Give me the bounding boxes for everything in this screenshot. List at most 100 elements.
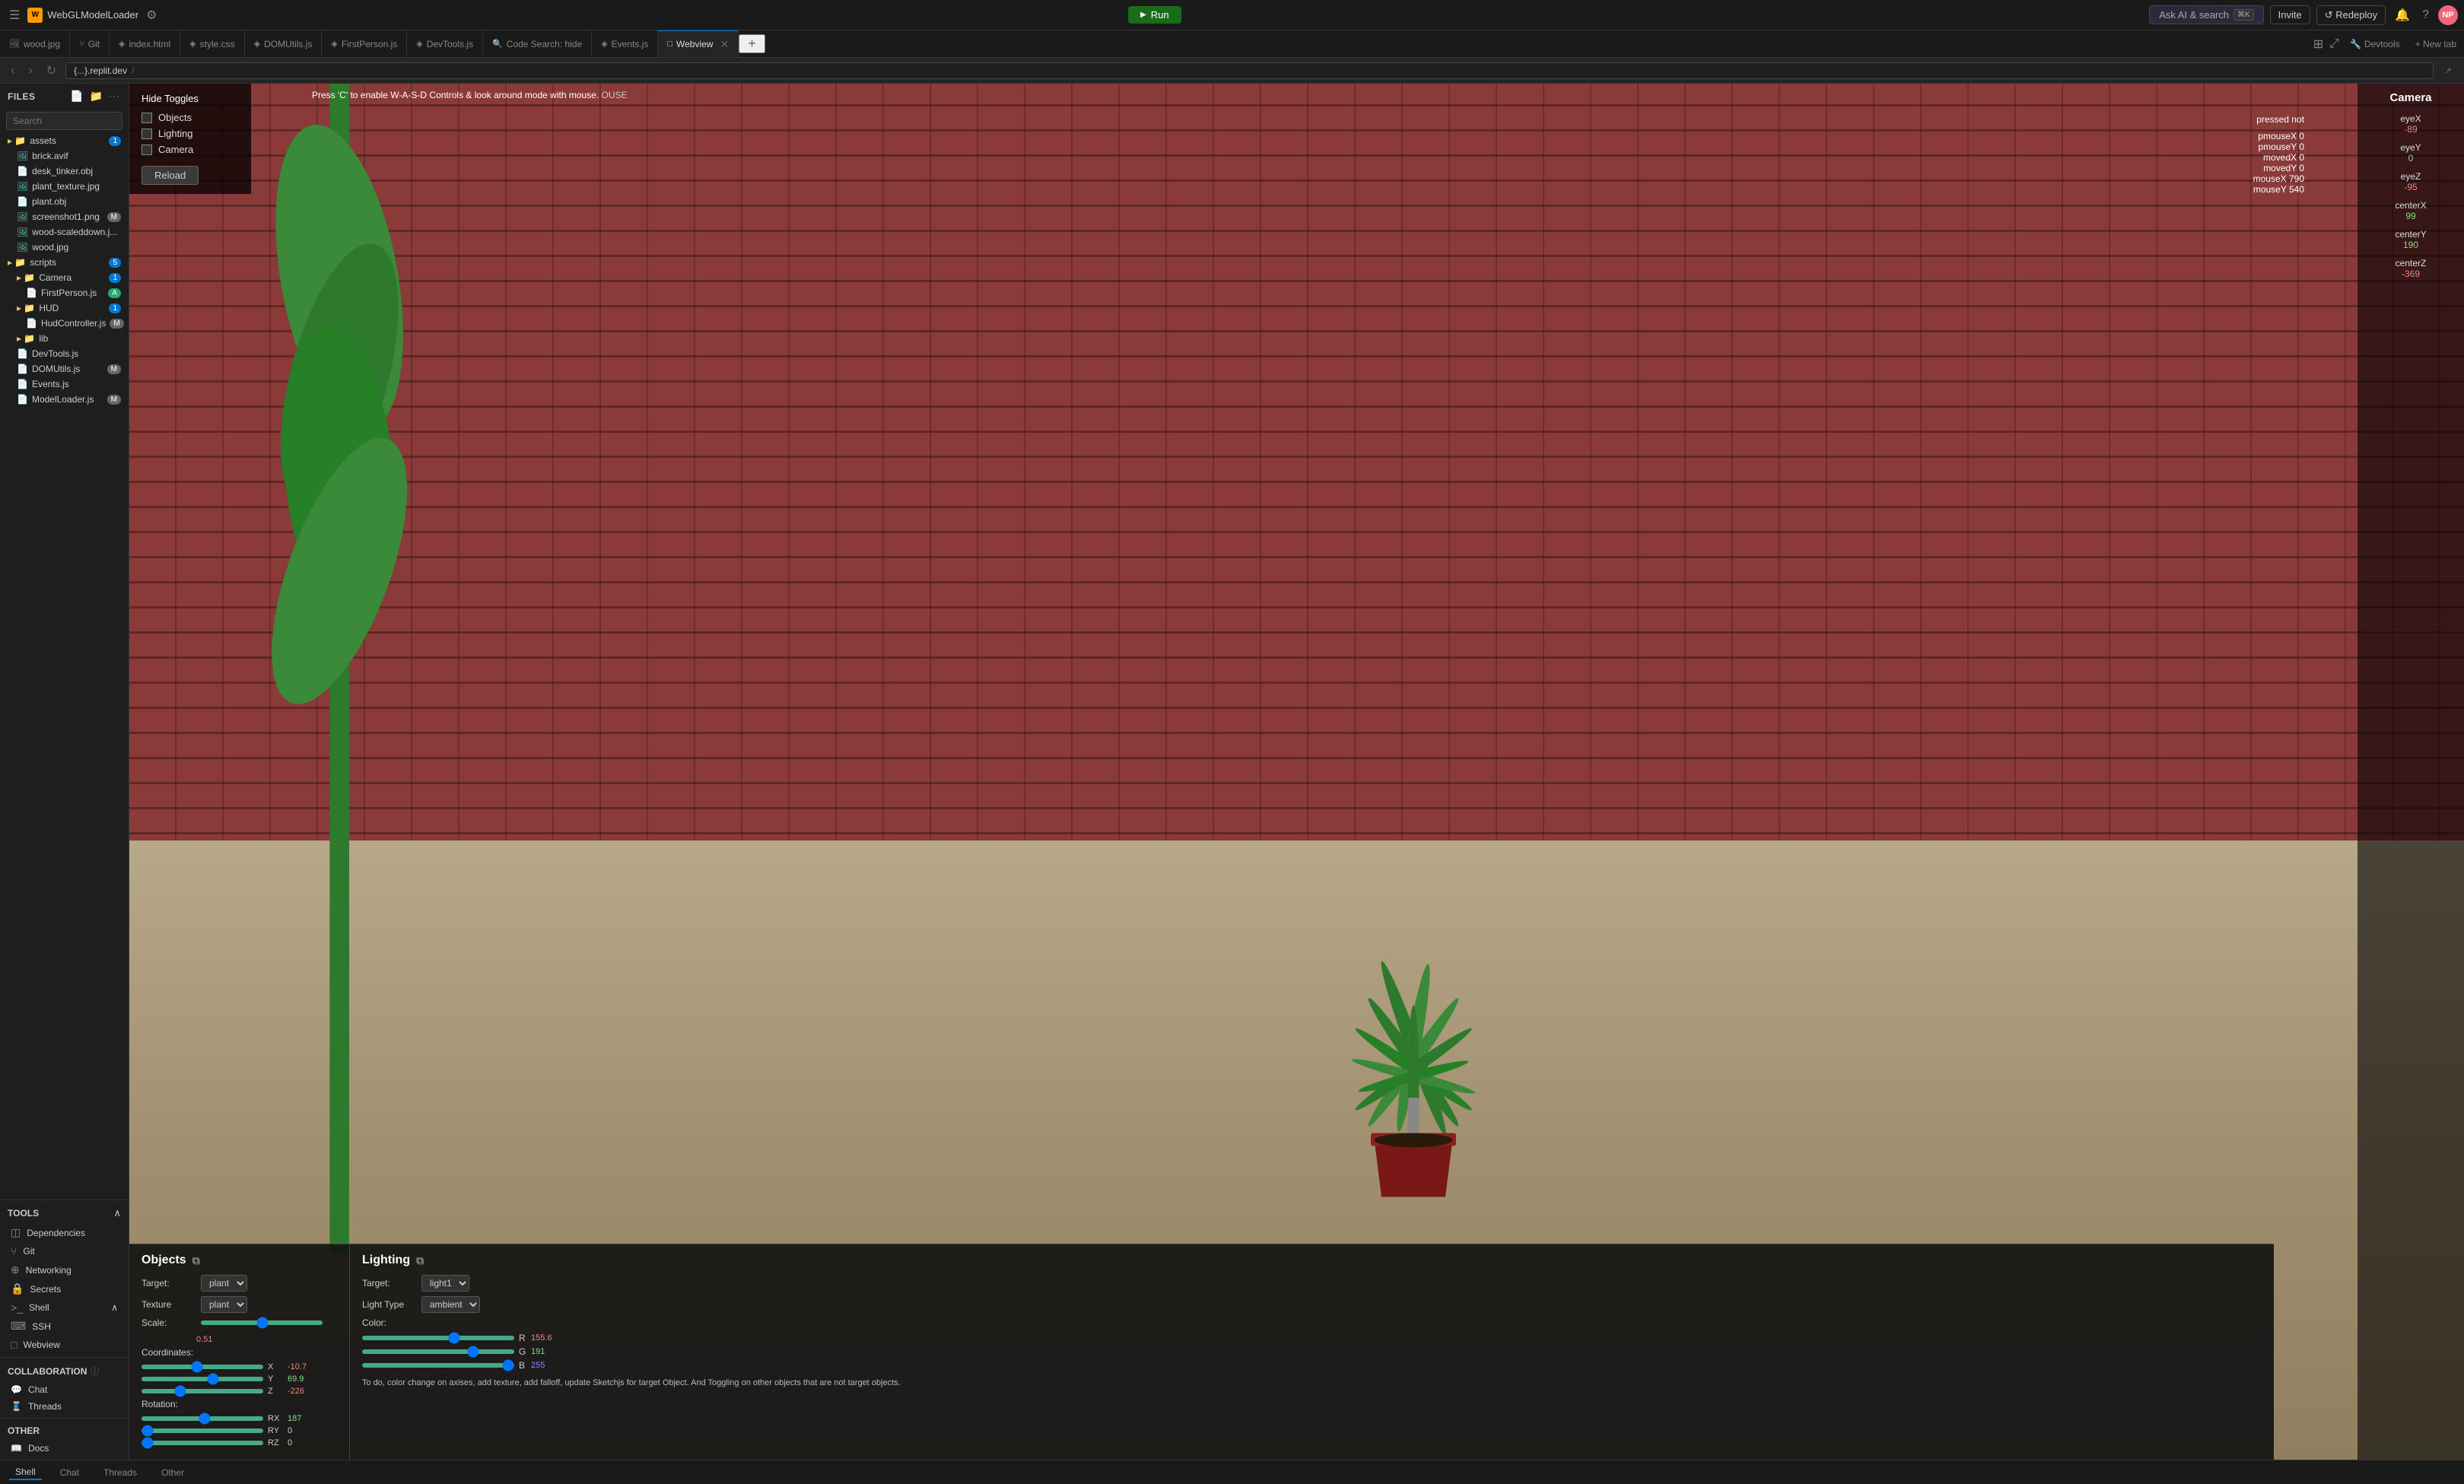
- sidebar-header-icons: 📄 📁 ⋯: [68, 88, 121, 104]
- tab-codesearch[interactable]: 🔍 Code Search: hide: [483, 30, 592, 57]
- file-screenshot1[interactable]: 🖼 screenshot1.png M: [0, 209, 129, 224]
- file-wood-jpg[interactable]: 🖼 wood.jpg: [0, 240, 129, 255]
- eye-y-row: eyeY 0: [2370, 142, 2452, 164]
- obj-target-select[interactable]: plant: [201, 1275, 247, 1292]
- webview-close-icon[interactable]: ✕: [720, 38, 729, 51]
- add-tab-button[interactable]: +: [739, 34, 765, 53]
- objects-copy-icon[interactable]: ⧉: [192, 1254, 200, 1267]
- new-file-icon[interactable]: 📄: [68, 88, 84, 104]
- tool-dependencies[interactable]: ◫ Dependencies: [0, 1223, 129, 1242]
- address-bar[interactable]: {...}.replit.dev /: [65, 62, 2434, 79]
- lighting-checkbox[interactable]: [141, 129, 152, 139]
- file-desk-tinker[interactable]: 📄 desk_tinker.obj: [0, 164, 129, 179]
- webgl-viewport[interactable]: Hide Toggles Objects Lighting Camera Rel…: [129, 84, 2464, 1460]
- collab-threads[interactable]: 🧵 Threads: [0, 1398, 129, 1415]
- app-icon: W: [27, 8, 43, 23]
- tab-style[interactable]: ◈ style.css: [180, 30, 244, 57]
- search-input[interactable]: [6, 112, 122, 130]
- eye-x-value: -89: [2370, 124, 2452, 135]
- refresh-button[interactable]: ↻: [42, 62, 61, 80]
- coord-x-label: X: [268, 1362, 283, 1371]
- tab-wood[interactable]: 🖼 wood.jpg: [0, 30, 70, 57]
- chat-tab[interactable]: Chat: [54, 1466, 85, 1479]
- other-tab[interactable]: Other: [155, 1466, 190, 1479]
- tab-firstperson[interactable]: ◈ FirstPerson.js: [322, 30, 407, 57]
- back-button[interactable]: ‹: [6, 62, 19, 79]
- shell-tab[interactable]: Shell: [9, 1465, 42, 1480]
- light-type-select[interactable]: ambient: [421, 1296, 480, 1313]
- file-modelloader[interactable]: 📄 ModelLoader.js M: [0, 392, 129, 407]
- other-docs[interactable]: 📖 Docs: [0, 1440, 129, 1457]
- file-plant-obj[interactable]: 📄 plant.obj: [0, 194, 129, 209]
- sidebar-toggle-button[interactable]: ☰: [6, 5, 23, 26]
- coord-x-slider[interactable]: [141, 1365, 263, 1369]
- tools-header[interactable]: Tools ∧: [0, 1203, 129, 1223]
- scripts-folder[interactable]: ▸ 📁 scripts 5: [0, 255, 129, 270]
- forward-button[interactable]: ›: [24, 62, 37, 79]
- tab-webview[interactable]: □ Webview ✕: [658, 30, 739, 57]
- reload-button[interactable]: Reload: [141, 166, 199, 185]
- lighting-copy-icon[interactable]: ⧉: [416, 1254, 424, 1267]
- redeploy-button[interactable]: ↺ Redeploy: [2316, 5, 2386, 25]
- file-devtools[interactable]: 📄 DevTools.js: [0, 346, 129, 361]
- files-header[interactable]: Files 📄 📁 ⋯: [0, 84, 129, 109]
- more-options-icon[interactable]: ⋯: [107, 88, 121, 104]
- avatar[interactable]: NP: [2438, 5, 2458, 25]
- color-g-slider[interactable]: [362, 1349, 514, 1354]
- tool-ssh[interactable]: ⌨ SSH: [0, 1317, 129, 1336]
- file-firstperson[interactable]: 📄 FirstPerson.js A: [0, 285, 129, 300]
- tool-git[interactable]: ⑂ Git: [0, 1242, 129, 1260]
- file-plant-texture[interactable]: 🖼 plant_texture.jpg: [0, 179, 129, 194]
- color-r-slider[interactable]: [362, 1336, 514, 1340]
- notifications-icon[interactable]: 🔔: [2392, 5, 2413, 26]
- file-brick-avif[interactable]: 🖼 brick.avif: [0, 148, 129, 164]
- light-color-label-row: Color:: [362, 1317, 2262, 1328]
- tool-webview[interactable]: □ Webview: [0, 1336, 129, 1354]
- coord-z-slider[interactable]: [141, 1389, 263, 1393]
- camera-checkbox[interactable]: [141, 145, 152, 155]
- file-wood-scaled[interactable]: 🖼 wood-scaleddown.j...: [0, 224, 129, 240]
- shell-chevron-icon: ∧: [111, 1302, 118, 1313]
- collab-info-icon[interactable]: ⓘ: [90, 1365, 99, 1378]
- tab-git[interactable]: ⑂ Git: [70, 30, 110, 57]
- hud-folder[interactable]: ▸ 📁 HUD 1: [0, 300, 129, 316]
- devtools-button[interactable]: 🔧 Devtools: [2342, 39, 2408, 49]
- file-hudcontroller[interactable]: 📄 HudController.js M: [0, 316, 129, 331]
- new-tab-button[interactable]: + New tab: [2408, 39, 2464, 49]
- camera-folder[interactable]: ▸ 📁 Camera 1: [0, 270, 129, 285]
- rot-rz-slider[interactable]: [141, 1441, 263, 1445]
- tool-shell[interactable]: >_ Shell ∧: [0, 1298, 129, 1317]
- tab-domutils[interactable]: ◈ DOMUtils.js: [245, 30, 323, 57]
- layout-icon[interactable]: ⊞: [2310, 33, 2326, 55]
- rot-rx-slider[interactable]: [141, 1416, 263, 1421]
- run-button[interactable]: ▶ Run: [1128, 6, 1181, 24]
- objects-checkbox[interactable]: [141, 113, 152, 123]
- tab-events[interactable]: ◈ Events.js: [592, 30, 658, 57]
- scale-slider[interactable]: [201, 1320, 323, 1325]
- new-folder-icon[interactable]: 📁: [88, 88, 104, 104]
- color-b-label: B: [519, 1360, 526, 1371]
- light-target-select[interactable]: light1: [421, 1275, 469, 1292]
- lib-folder[interactable]: ▸ 📁 lib: [0, 331, 129, 346]
- ask-ai-button[interactable]: Ask AI & search ⌘K: [2149, 5, 2263, 24]
- tool-secrets[interactable]: 🔒 Secrets: [0, 1279, 129, 1298]
- color-b-slider[interactable]: [362, 1363, 514, 1368]
- expand-icon[interactable]: ⤢: [2326, 34, 2342, 54]
- invite-button[interactable]: Invite: [2270, 5, 2310, 24]
- settings-icon[interactable]: ⚙: [143, 5, 160, 26]
- tab-devtools[interactable]: ◈ DevTools.js: [407, 30, 483, 57]
- coord-y-slider[interactable]: [141, 1377, 263, 1381]
- tab-index[interactable]: ◈ index.html: [110, 30, 180, 57]
- file-domutils[interactable]: 📄 DOMUtils.js M: [0, 361, 129, 377]
- help-icon[interactable]: ?: [2419, 5, 2432, 25]
- rot-ry-slider[interactable]: [141, 1428, 263, 1433]
- secrets-label: Secrets: [30, 1284, 61, 1295]
- obj-texture-select[interactable]: plant: [201, 1296, 247, 1313]
- coord-y-row: Y 69.9: [141, 1374, 337, 1384]
- open-external-button[interactable]: ↗: [2438, 64, 2458, 78]
- file-events[interactable]: 📄 Events.js: [0, 377, 129, 392]
- assets-folder[interactable]: ▸ 📁 assets 1: [0, 133, 129, 148]
- collab-chat[interactable]: 💬 Chat: [0, 1381, 129, 1398]
- threads-tab[interactable]: Threads: [97, 1466, 143, 1479]
- tool-networking[interactable]: ⊕ Networking: [0, 1260, 129, 1279]
